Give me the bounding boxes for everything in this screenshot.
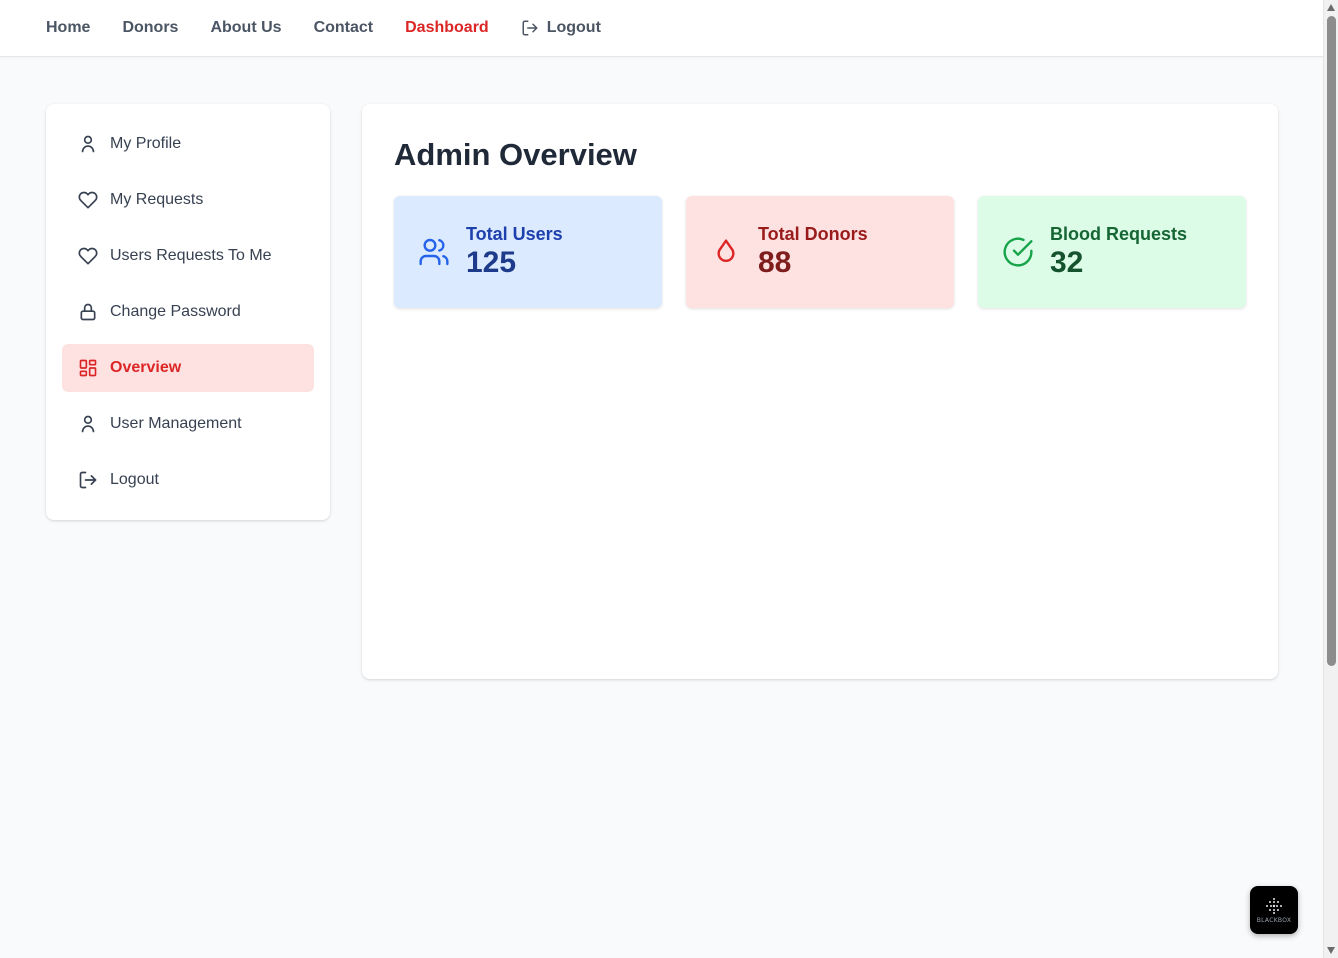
lock-icon [80, 303, 96, 321]
nav-home-link[interactable]: Home [46, 19, 90, 37]
sidebar-item-users-requests-to-me[interactable]: Users Requests To Me [62, 232, 314, 280]
sidebar-item-label: User Management [110, 415, 242, 432]
user-icon [81, 415, 95, 433]
heart-icon [78, 247, 98, 265]
stats-cards: Total Users 125 Total Donors 88 Blood Re… [394, 196, 1246, 308]
sidebar-item-my-requests[interactable]: My Requests [62, 176, 314, 224]
sidebar-item-label: My Profile [110, 135, 182, 152]
sidebar-item-logout[interactable]: Logout [62, 456, 314, 504]
nav-about-link[interactable]: About Us [210, 19, 281, 37]
stat-label: Total Users [466, 224, 563, 244]
sidebar-item-change-password[interactable]: Change Password [62, 288, 314, 336]
vertical-scrollbar[interactable] [1323, 0, 1338, 958]
stat-label: Blood Requests [1050, 224, 1188, 244]
users-icon [419, 238, 449, 266]
scrollbar-thumb[interactable] [1327, 16, 1336, 666]
sidebar-item-label: My Requests [110, 191, 204, 208]
sidebar-item-label: Overview [110, 359, 182, 376]
stat-value: 88 [758, 246, 792, 279]
scroll-up-arrow-icon[interactable] [1327, 4, 1335, 11]
droplet-icon [717, 239, 735, 262]
nav-logout-label: Logout [546, 19, 601, 36]
user-icon [81, 135, 95, 153]
sidebar-item-label: Logout [110, 471, 159, 488]
badge-label: BLACKBOX [1256, 916, 1292, 924]
heart-icon [78, 191, 98, 209]
page-title: Admin Overview [394, 137, 637, 172]
blackbox-badge[interactable]: BLACKBOX [1250, 886, 1298, 934]
main-panel: Admin Overview Total Users 125 Total Don… [362, 104, 1278, 679]
sidebar: My Profile My Requests Users Requests To… [46, 104, 330, 520]
sidebar-item-user-management[interactable]: User Management [62, 400, 314, 448]
stat-value: 125 [466, 246, 517, 279]
sidebar-item-label: Change Password [110, 303, 241, 320]
stat-card-blood-requests: Blood Requests 32 [978, 196, 1246, 308]
logout-icon [79, 471, 97, 489]
stat-card-total-users: Total Users 125 [394, 196, 662, 308]
sidebar-item-label: Users Requests To Me [110, 247, 272, 264]
nav-logout-link[interactable]: Logout [521, 19, 601, 37]
check-circle-icon [1003, 237, 1033, 267]
logout-icon [522, 20, 538, 36]
stat-label: Total Donors [758, 224, 868, 244]
sidebar-item-overview[interactable]: Overview [62, 344, 314, 392]
stat-card-total-donors: Total Donors 88 [686, 196, 954, 308]
nav-contact-link[interactable]: Contact [314, 19, 374, 37]
stat-value: 32 [1050, 246, 1084, 279]
top-nav: Home Donors About Us Contact Dashboard L… [0, 0, 1323, 57]
sidebar-item-my-profile[interactable]: My Profile [62, 120, 314, 168]
grid-icon [79, 359, 97, 377]
nav-dashboard-link[interactable]: Dashboard [405, 19, 489, 37]
scroll-down-arrow-icon[interactable] [1327, 947, 1335, 954]
dots-logo-icon [1266, 897, 1282, 914]
nav-donors-link[interactable]: Donors [122, 19, 178, 37]
